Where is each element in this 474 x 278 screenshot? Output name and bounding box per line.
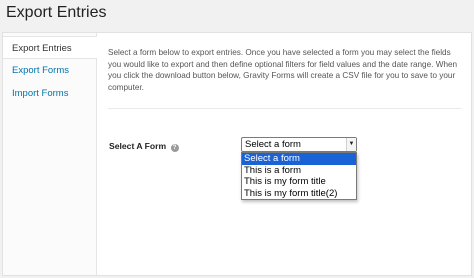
sidebar-item-import-forms[interactable]: Import Forms (3, 82, 96, 105)
sidebar-item-export-forms[interactable]: Export Forms (3, 59, 96, 82)
form-select[interactable]: Select a form ▼ (241, 137, 357, 152)
form-option-select-a-form[interactable]: Select a form (242, 153, 356, 165)
help-icon[interactable]: ? (170, 144, 179, 152)
select-form-label: Select A Form ? (109, 141, 179, 152)
select-form-label-text: Select A Form (109, 141, 167, 151)
form-select-value: Select a form (245, 139, 301, 150)
sidebar-item-export-entries[interactable]: Export Entries (3, 36, 97, 59)
export-panel: Export Entries Export Forms Import Forms… (2, 32, 472, 276)
page-title: Export Entries (6, 4, 107, 21)
sidebar-nav: Export Entries Export Forms Import Forms (3, 33, 97, 105)
main-content: Select a form below to export entries. O… (98, 33, 471, 275)
divider (108, 108, 461, 109)
chevron-down-icon[interactable]: ▼ (346, 138, 356, 151)
form-option-my-form-title[interactable]: This is my form title (242, 176, 356, 188)
form-select-dropdown: Select a form This is a form This is my … (241, 152, 357, 200)
sidebar: Export Entries Export Forms Import Forms (3, 33, 97, 275)
intro-text: Select a form below to export entries. O… (108, 48, 458, 92)
form-option-my-form-title-2[interactable]: This is my form title(2) (242, 188, 356, 200)
form-option-this-is-a-form[interactable]: This is a form (242, 165, 356, 177)
